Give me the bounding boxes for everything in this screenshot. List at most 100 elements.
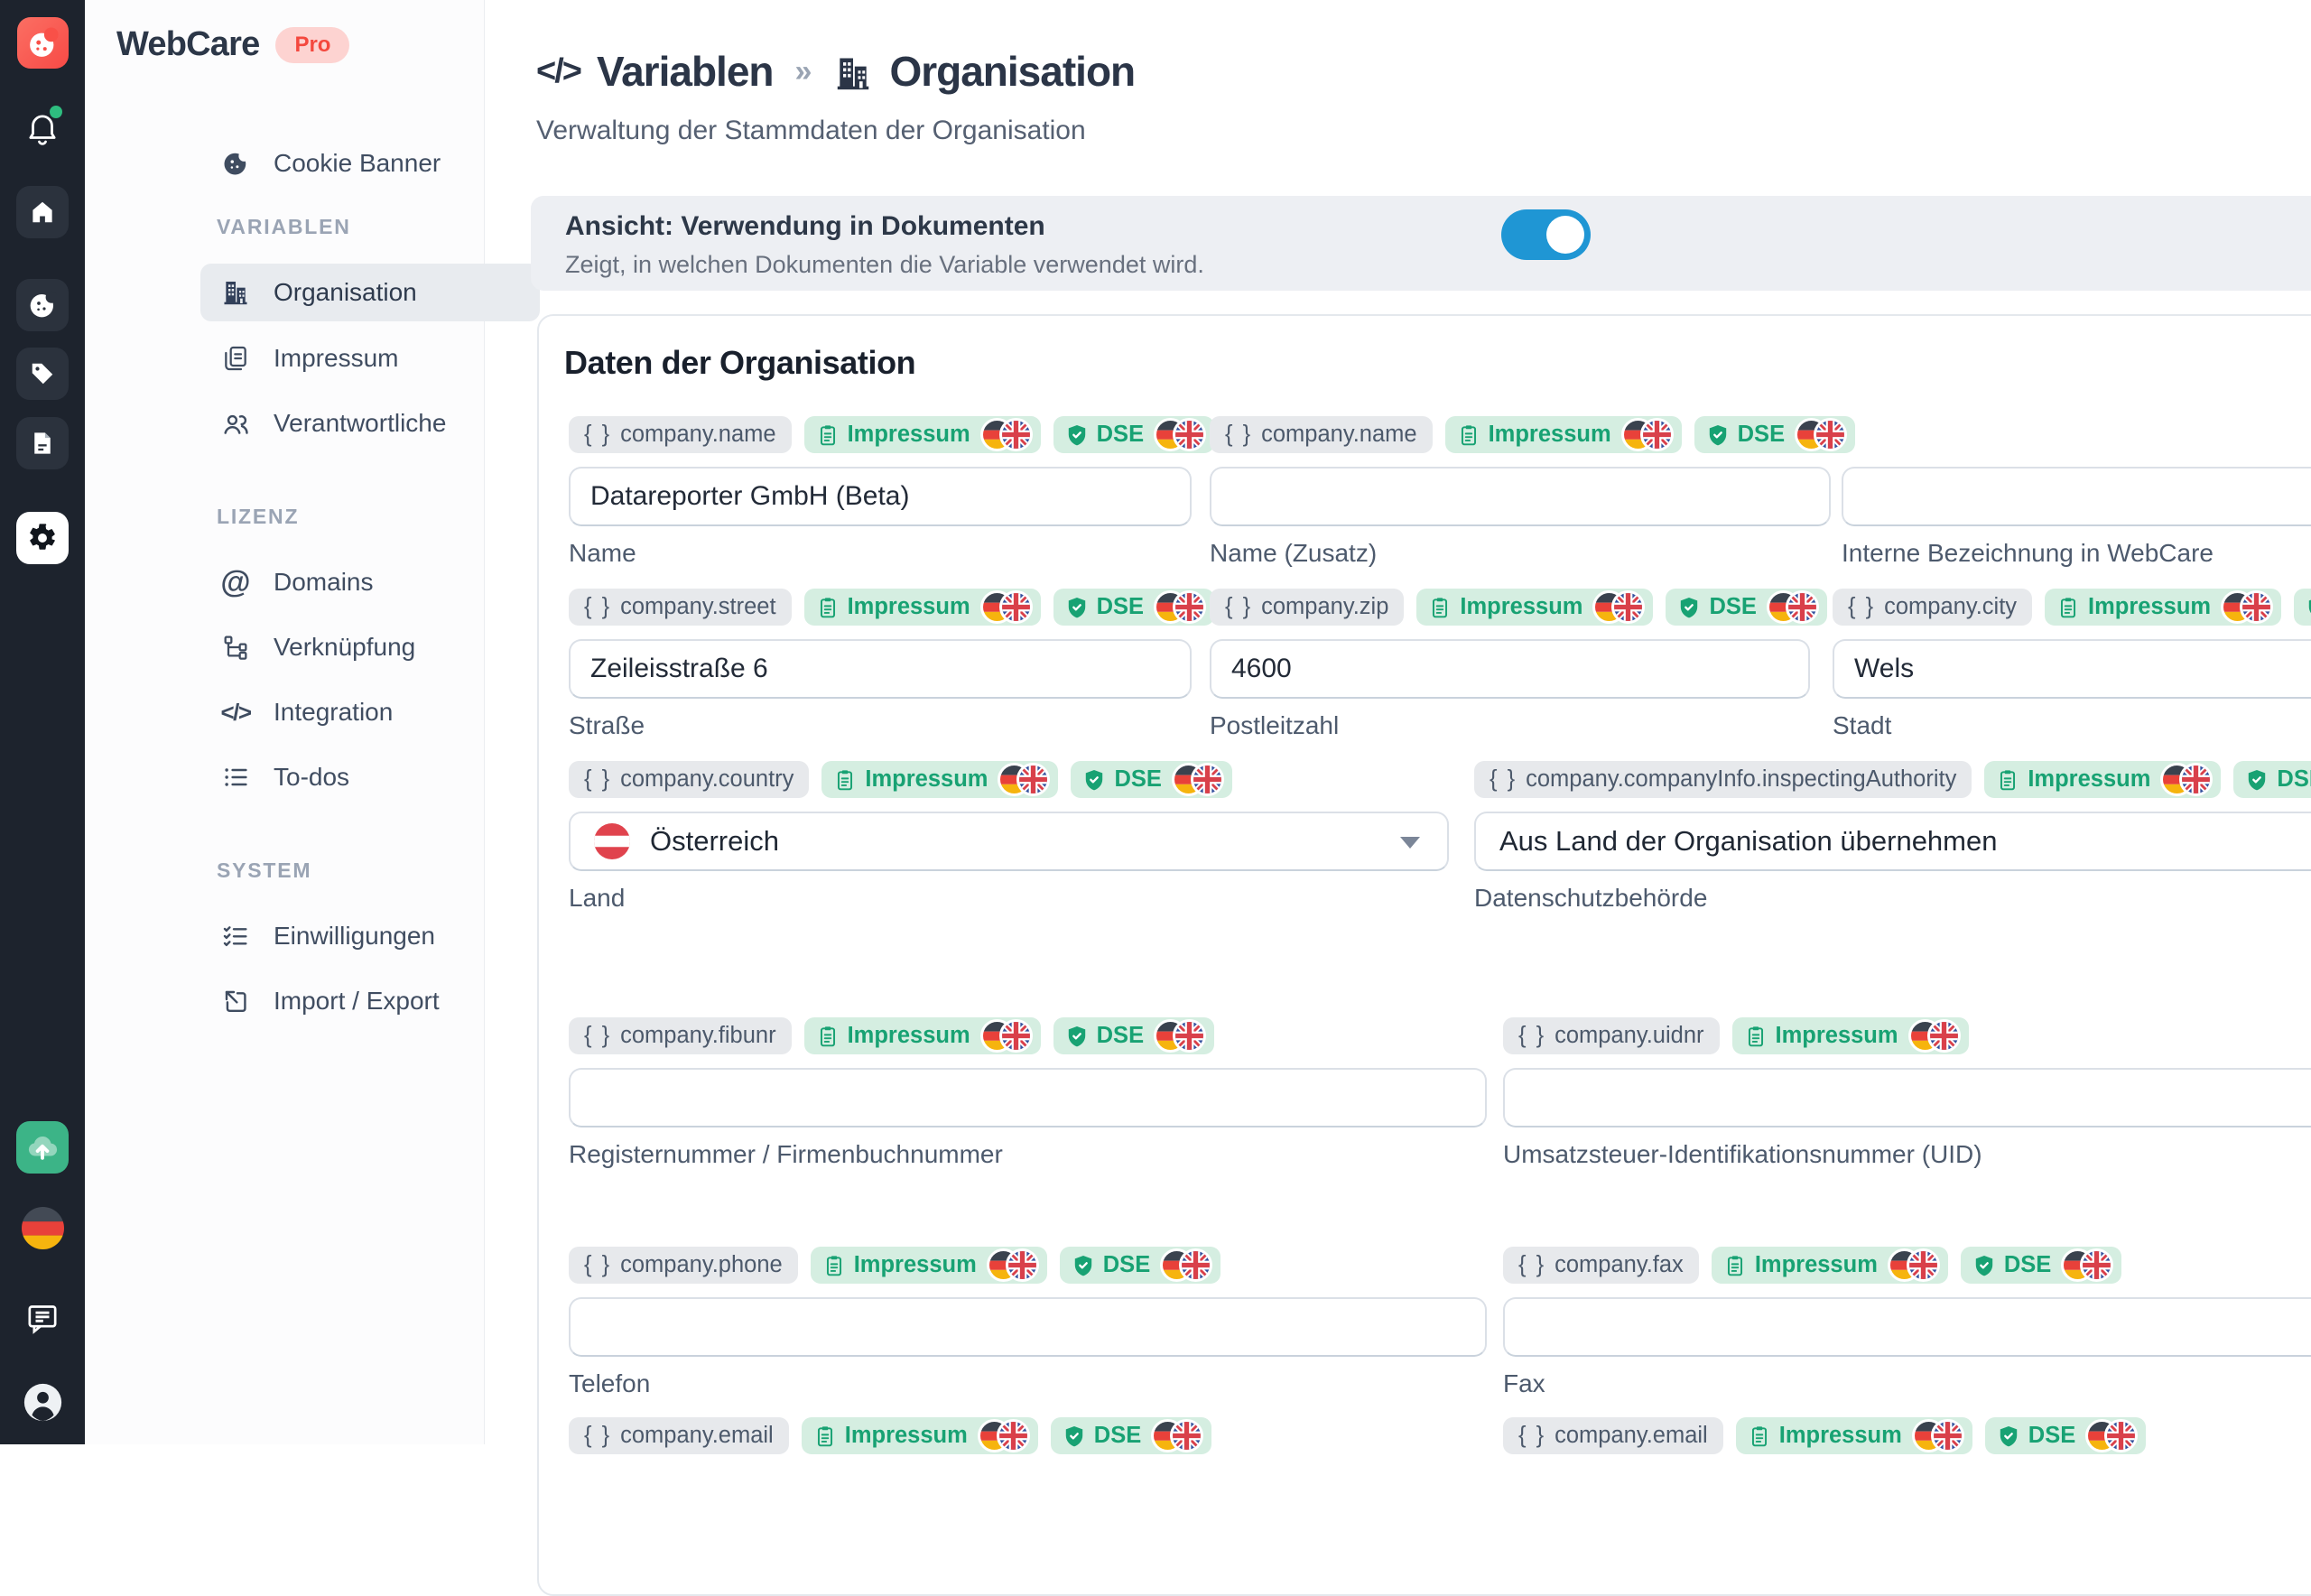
plan-badge: Pro	[275, 27, 349, 63]
field-company-city: { }company.city Impressum DSE Stadt	[1833, 589, 2311, 740]
icon-rail	[0, 0, 85, 1444]
dse-badge[interactable]: DSE	[1053, 1017, 1214, 1054]
impressum-badge[interactable]: Impressum	[1445, 416, 1682, 453]
variable-badge[interactable]: { }company.uidnr	[1503, 1017, 1720, 1054]
sidebar-item-organisation[interactable]: Organisation	[200, 264, 540, 321]
sidebar-item-integration[interactable]: </> Integration	[219, 683, 393, 741]
sidebar-item-todos[interactable]: To-dos	[219, 748, 349, 806]
variable-badge[interactable]: { }company.fibunr	[569, 1017, 792, 1054]
dse-badge[interactable]: DSE	[1666, 589, 1826, 626]
dse-badge[interactable]: DSE	[1053, 589, 1214, 626]
section-header-variablen: VARIABLEN	[217, 215, 351, 239]
tag-icon[interactable]	[16, 348, 69, 400]
flag-uk-icon	[1786, 590, 1819, 624]
impressum-badge[interactable]: Impressum	[2045, 589, 2281, 626]
sidebar-item-cookie-banner[interactable]: Cookie Banner	[219, 135, 441, 192]
at-sign-icon: @	[219, 566, 252, 598]
impressum-badge[interactable]: Impressum	[811, 1247, 1047, 1284]
variable-badge[interactable]: { }company.name	[569, 416, 792, 453]
usage-view-toggle[interactable]	[1501, 209, 1591, 260]
authority-select[interactable]: Aus Land der Organisation übernehmen	[1474, 812, 2311, 871]
flag-uk-icon	[1931, 1419, 1964, 1452]
impressum-badge[interactable]: Impressum	[821, 761, 1058, 798]
code-icon: </>	[219, 696, 252, 728]
field-inspecting-authority: { }company.companyInfo.inspectingAuthori…	[1474, 761, 2311, 913]
zip-input[interactable]	[1210, 639, 1810, 699]
app-logo-icon[interactable]	[17, 17, 69, 69]
shield-icon	[1677, 596, 1701, 619]
country-select[interactable]: Österreich	[569, 812, 1449, 871]
import-export-icon	[219, 985, 252, 1017]
field-company-name-zusatz: { }company.name Impressum DSE Name (Zusa…	[1210, 416, 1831, 568]
section-header-system: SYSTEM	[217, 858, 311, 883]
interne-bezeichnung-input[interactable]	[1842, 467, 2311, 526]
dse-badge[interactable]: DSE	[1053, 416, 1214, 453]
impressum-badge[interactable]: Impressum	[802, 1417, 1038, 1454]
sidebar-item-verantwortliche[interactable]: Verantwortliche	[219, 394, 446, 452]
fibunr-input[interactable]	[569, 1068, 1487, 1127]
uidnr-input[interactable]	[1503, 1068, 2311, 1127]
impressum-badge[interactable]: Impressum	[1984, 761, 2221, 798]
variable-badge[interactable]: { }company.name	[1210, 416, 1433, 453]
fax-input[interactable]	[1503, 1297, 2311, 1357]
dse-badge[interactable]: DSE	[2294, 589, 2311, 626]
flag-uk-icon	[1173, 1019, 1206, 1053]
variable-badge[interactable]: { }company.fax	[1503, 1247, 1699, 1284]
sidebar-item-label: Cookie Banner	[274, 149, 441, 178]
breadcrumb-variablen[interactable]: Variablen	[597, 47, 774, 96]
name-input[interactable]	[569, 467, 1192, 526]
impressum-badge[interactable]: Impressum	[1416, 589, 1653, 626]
sidebar-item-import-export[interactable]: Import / Export	[219, 972, 440, 1030]
impressum-badge[interactable]: Impressum	[804, 416, 1041, 453]
settings-gear-icon[interactable]	[16, 512, 69, 564]
variable-badge[interactable]: { }company.companyInfo.inspectingAuthori…	[1474, 761, 1972, 798]
variable-badge[interactable]: { }company.email	[569, 1417, 789, 1454]
field-interne-bezeichnung: Interne Bezeichnung in WebCare	[1842, 416, 2311, 568]
sidebar-item-impressum[interactable]: Impressum	[219, 329, 398, 387]
impressum-badge[interactable]: Impressum	[1732, 1017, 1969, 1054]
dse-badge[interactable]: DSE	[1985, 1417, 2146, 1454]
notifications-bell-icon[interactable]	[23, 107, 61, 149]
dse-badge[interactable]: DSE	[1051, 1417, 1211, 1454]
variable-badge[interactable]: { }company.country	[569, 761, 809, 798]
variable-badge[interactable]: { }company.city	[1833, 589, 2032, 626]
variable-badge[interactable]: { }company.street	[569, 589, 792, 626]
impressum-badge[interactable]: Impressum	[804, 1017, 1041, 1054]
cookie-icon[interactable]	[16, 279, 69, 331]
home-icon[interactable]	[16, 186, 69, 238]
impressum-badge[interactable]: Impressum	[1712, 1247, 1948, 1284]
variable-badge[interactable]: { }company.zip	[1210, 589, 1404, 626]
field-label: Name	[569, 539, 1192, 568]
field-company-country: { }company.country Impressum DSE Österre…	[569, 761, 1449, 913]
field-company-fax: { }company.fax Impressum DSE Fax	[1503, 1247, 2311, 1398]
sidebar-item-domains[interactable]: @ Domains	[219, 553, 373, 611]
dse-badge[interactable]: DSE	[1060, 1247, 1220, 1284]
upload-cloud-icon[interactable]	[16, 1121, 69, 1174]
clipboard-icon	[816, 423, 840, 447]
chat-icon[interactable]	[24, 1300, 60, 1341]
dse-badge[interactable]: DSE	[1694, 416, 1855, 453]
sidebar-item-einwilligungen[interactable]: Einwilligungen	[219, 907, 435, 965]
badge-row: { }company.phone Impressum DSE	[569, 1247, 1487, 1284]
city-input[interactable]	[1833, 639, 2311, 699]
sidebar-item-verknuepfung[interactable]: Verknüpfung	[219, 618, 415, 676]
language-flag-de-icon[interactable]	[22, 1207, 64, 1249]
brand: WebCare Pro	[116, 25, 349, 64]
dse-badge[interactable]: DSE	[1071, 761, 1231, 798]
field-company-email: { }company.email Impressum DSE	[569, 1417, 1487, 1468]
dse-badge[interactable]: DSE	[2233, 761, 2311, 798]
document-icon[interactable]	[16, 417, 69, 469]
phone-input[interactable]	[569, 1297, 1487, 1357]
flag-uk-icon	[2179, 763, 2213, 796]
variable-badge[interactable]: { }company.phone	[569, 1247, 798, 1284]
street-input[interactable]	[569, 639, 1192, 699]
field-label: Telefon	[569, 1369, 1487, 1398]
flag-uk-icon	[1927, 1019, 1961, 1053]
dse-badge[interactable]: DSE	[1961, 1247, 2121, 1284]
impressum-badge[interactable]: Impressum	[1736, 1417, 1972, 1454]
variable-badge[interactable]: { }company.email	[1503, 1417, 1723, 1454]
name-zusatz-input[interactable]	[1210, 467, 1831, 526]
sidebar-item-label: Verknüpfung	[274, 633, 415, 662]
account-user-icon[interactable]	[23, 1382, 63, 1427]
impressum-badge[interactable]: Impressum	[804, 589, 1041, 626]
